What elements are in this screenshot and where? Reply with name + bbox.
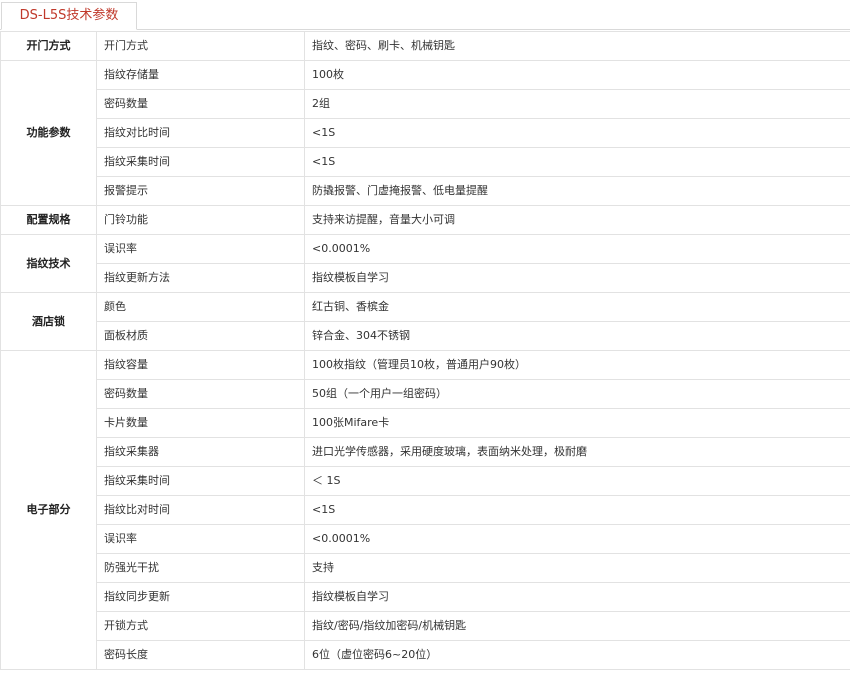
- param-name: 防强光干扰: [96, 553, 305, 583]
- param-name: 开锁方式: [96, 611, 305, 641]
- param-value: 6位（虚位密码6~20位）: [304, 640, 850, 670]
- param-name: 误识率: [96, 234, 305, 264]
- param-value: <0.0001%: [304, 234, 850, 264]
- table-row: 密码数量 50组（一个用户一组密码）: [1, 379, 850, 409]
- table-row: 开门方式 开门方式 指纹、密码、刷卡、机械钥匙: [0, 31, 850, 61]
- table-row: 指纹比对时间 <1S: [1, 495, 850, 525]
- param-name: 密码数量: [96, 379, 305, 409]
- param-name: 指纹采集器: [96, 437, 305, 467]
- param-name: 指纹更新方法: [96, 263, 305, 293]
- tab-bar: DS-L5S技术参数: [0, 0, 850, 30]
- param-name: 报警提示: [96, 176, 305, 206]
- param-value: <1S: [304, 118, 850, 148]
- param-value: 锌合金、304不锈钢: [304, 321, 850, 351]
- table-row: 密码数量 2组: [1, 89, 850, 119]
- param-name: 指纹采集时间: [96, 466, 305, 496]
- param-value: 支持: [304, 553, 850, 583]
- category-label: 开门方式: [0, 31, 97, 61]
- param-value: 100枚: [304, 60, 850, 90]
- table-row: 指纹采集时间 <1S: [1, 147, 850, 177]
- category-label: 功能参数: [0, 60, 97, 206]
- param-value: <1S: [304, 147, 850, 177]
- param-value: 指纹、密码、刷卡、机械钥匙: [304, 31, 850, 61]
- table-row: 误识率 <0.0001%: [1, 524, 850, 554]
- table-row: 指纹采集器 进口光学传感器，采用硬度玻璃，表面纳米处理，极耐磨: [1, 437, 850, 467]
- param-name: 指纹同步更新: [96, 582, 305, 612]
- tab-specs[interactable]: DS-L5S技术参数: [1, 2, 137, 30]
- param-value: 红古铜、香槟金: [304, 292, 850, 322]
- param-name: 面板材质: [96, 321, 305, 351]
- param-value: <0.0001%: [304, 524, 850, 554]
- param-value: 2组: [304, 89, 850, 119]
- table-row: 防强光干扰 支持: [1, 553, 850, 583]
- category-label: 电子部分: [0, 350, 97, 670]
- table-row: 指纹技术 误识率 <0.0001%: [0, 234, 850, 293]
- category-label: 酒店锁: [0, 292, 97, 351]
- table-row: 指纹同步更新 指纹模板自学习: [1, 582, 850, 612]
- param-name: 门铃功能: [96, 205, 305, 235]
- param-name: 开门方式: [96, 31, 305, 61]
- param-value: 支持来访提醒，音量大小可调: [304, 205, 850, 235]
- param-name: 指纹存储量: [96, 60, 305, 90]
- param-name: 密码数量: [96, 89, 305, 119]
- category-label: 指纹技术: [0, 234, 97, 293]
- param-value: 防撬报警、门虚掩报警、低电量提醒: [304, 176, 850, 206]
- table-row: 酒店锁 颜色 红古铜、香槟金: [0, 292, 850, 351]
- param-name: 误识率: [96, 524, 305, 554]
- param-name: 指纹比对时间: [96, 495, 305, 525]
- param-value: 100张Mifare卡: [304, 408, 850, 438]
- table-row: 开锁方式 指纹/密码/指纹加密码/机械钥匙: [1, 611, 850, 641]
- param-value: <1S: [304, 495, 850, 525]
- param-name: 指纹采集时间: [96, 147, 305, 177]
- table-row: 卡片数量 100张Mifare卡: [1, 408, 850, 438]
- param-value: 100枚指纹（管理员10枚，普通用户90枚）: [304, 350, 850, 380]
- table-row: 配置规格 门铃功能 支持来访提醒，音量大小可调: [0, 205, 850, 235]
- table-row: 报警提示 防撬报警、门虚掩报警、低电量提醒: [1, 176, 850, 206]
- param-name: 密码长度: [96, 640, 305, 670]
- table-row: 面板材质 锌合金、304不锈钢: [1, 321, 850, 351]
- category-label: 配置规格: [0, 205, 97, 235]
- param-value: 进口光学传感器，采用硬度玻璃，表面纳米处理，极耐磨: [304, 437, 850, 467]
- param-value: 指纹模板自学习: [304, 582, 850, 612]
- table-row: 密码长度 6位（虚位密码6~20位）: [1, 640, 850, 670]
- param-value: ＜ 1S: [304, 466, 850, 496]
- param-value: 50组（一个用户一组密码）: [304, 379, 850, 409]
- param-value: 指纹模板自学习: [304, 263, 850, 293]
- param-value: 指纹/密码/指纹加密码/机械钥匙: [304, 611, 850, 641]
- param-name: 指纹对比时间: [96, 118, 305, 148]
- table-row: 指纹更新方法 指纹模板自学习: [1, 263, 850, 293]
- table-row: 电子部分 指纹容量 100枚指纹（管理员10枚，普通用户90枚）: [0, 350, 850, 670]
- spec-table: 开门方式 开门方式 指纹、密码、刷卡、机械钥匙 功能参数 指纹存储量 100枚 密码数量 2组…: [0, 31, 850, 670]
- table-row: 功能参数 指纹存储量 100枚: [0, 60, 850, 206]
- param-name: 指纹容量: [96, 350, 305, 380]
- param-name: 卡片数量: [96, 408, 305, 438]
- table-row: 指纹采集时间＜ 1S: [1, 466, 850, 496]
- table-row: 指纹对比时间 <1S: [1, 118, 850, 148]
- param-name: 颜色: [96, 292, 305, 322]
